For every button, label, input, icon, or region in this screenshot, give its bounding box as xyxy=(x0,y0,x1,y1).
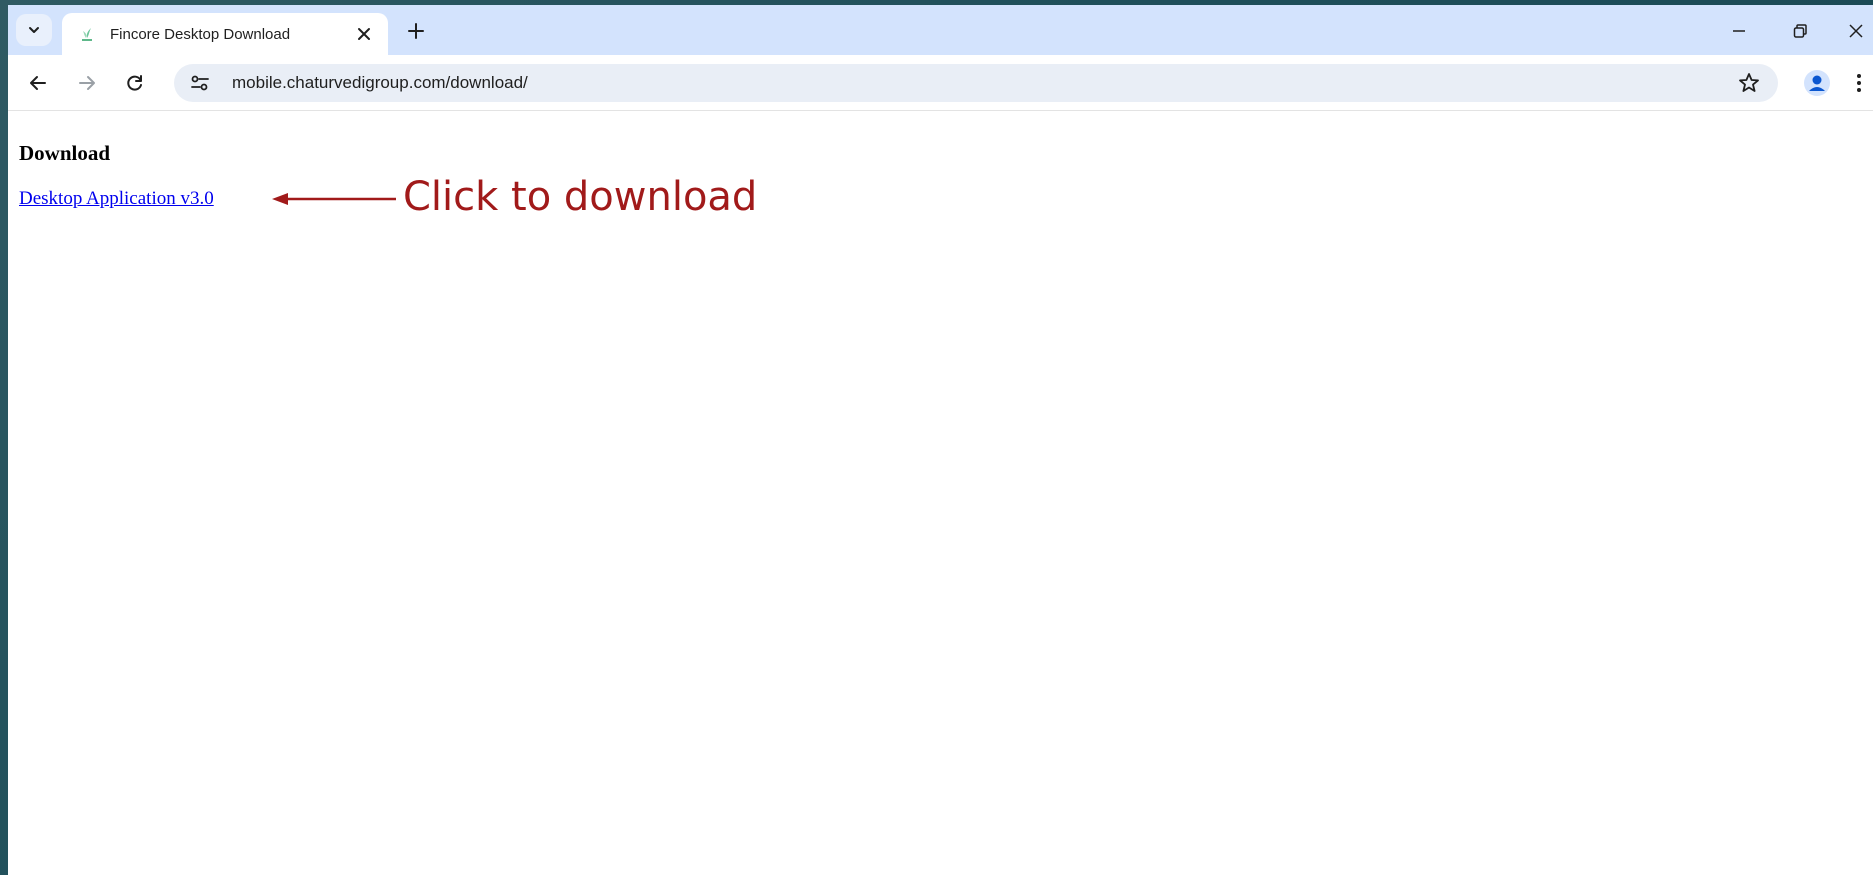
tab-strip: Fincore Desktop Download xyxy=(8,5,1873,55)
browser-window: Fincore Desktop Download mobile.chaturve… xyxy=(8,5,1873,875)
download-link[interactable]: Desktop Application v3.0 xyxy=(19,188,214,210)
browser-toolbar: mobile.chaturvedigroup.com/download/ xyxy=(8,55,1873,111)
favicon-icon xyxy=(78,25,96,43)
reload-icon xyxy=(127,75,142,91)
restore-icon xyxy=(1793,24,1807,38)
reload-button[interactable] xyxy=(123,71,147,95)
plus-icon xyxy=(408,23,424,39)
back-arrow-icon xyxy=(30,76,46,90)
annotation-text: Click to download xyxy=(403,174,758,220)
forward-button[interactable] xyxy=(75,71,99,95)
restore-button[interactable] xyxy=(1788,19,1812,43)
forward-arrow-icon xyxy=(79,76,95,90)
browser-menu-button[interactable] xyxy=(1853,71,1865,95)
profile-button[interactable] xyxy=(1804,70,1830,96)
tab-title: Fincore Desktop Download xyxy=(110,25,291,43)
page-content: Download Desktop Application v3.0 Click … xyxy=(8,111,1873,875)
profile-icon xyxy=(1809,75,1825,91)
minimize-button[interactable] xyxy=(1727,19,1751,43)
window-close-button[interactable] xyxy=(1844,19,1868,43)
site-settings-icon[interactable] xyxy=(190,74,210,92)
tab-search-button[interactable] xyxy=(16,14,52,46)
url-text[interactable]: mobile.chaturvedigroup.com/download/ xyxy=(232,73,528,93)
chevron-down-icon xyxy=(29,27,39,33)
new-tab-button[interactable] xyxy=(404,19,428,43)
minimize-icon xyxy=(1733,30,1745,32)
close-icon[interactable] xyxy=(354,24,374,44)
address-bar[interactable]: mobile.chaturvedigroup.com/download/ xyxy=(174,64,1778,102)
page-heading: Download xyxy=(19,141,111,165)
window-close-icon xyxy=(1849,24,1863,38)
tab-active[interactable]: Fincore Desktop Download xyxy=(62,13,388,55)
star-icon[interactable] xyxy=(1738,72,1760,94)
back-button[interactable] xyxy=(26,71,50,95)
kebab-menu-icon xyxy=(1857,74,1861,92)
annotation-arrow xyxy=(272,193,396,205)
